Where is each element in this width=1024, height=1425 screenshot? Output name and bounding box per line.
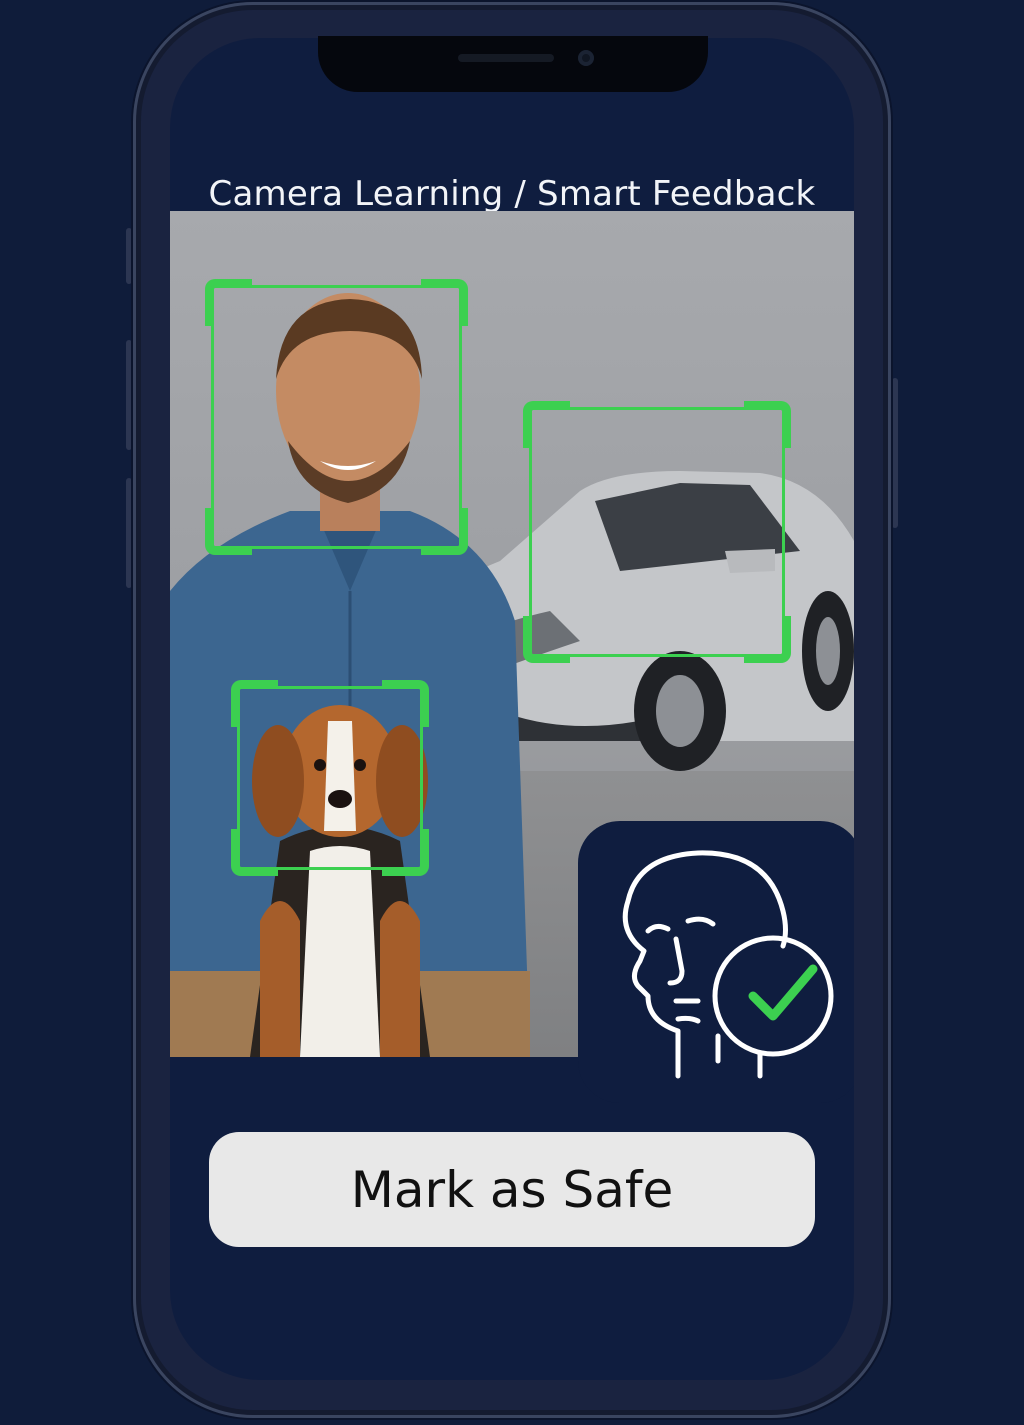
notch bbox=[318, 36, 708, 92]
face-recognition-check-icon bbox=[622, 850, 834, 1079]
front-camera-icon bbox=[578, 50, 594, 66]
dog-detection-box[interactable] bbox=[231, 680, 429, 876]
silent-switch bbox=[126, 228, 132, 284]
mark-as-safe-button[interactable]: Mark as Safe bbox=[209, 1132, 815, 1247]
speaker-grille bbox=[458, 54, 554, 62]
power-button bbox=[892, 378, 898, 528]
page-title: Camera Learning / Smart Feedback bbox=[208, 174, 816, 214]
face-recognition-badge bbox=[578, 821, 854, 1103]
face-detection-box[interactable] bbox=[205, 279, 468, 555]
volume-up-button bbox=[126, 340, 132, 450]
phone-screen: Camera Learning / Smart Feedback Mark as… bbox=[170, 38, 854, 1380]
car-detection-box[interactable] bbox=[523, 401, 791, 663]
volume-down-button bbox=[126, 478, 132, 588]
